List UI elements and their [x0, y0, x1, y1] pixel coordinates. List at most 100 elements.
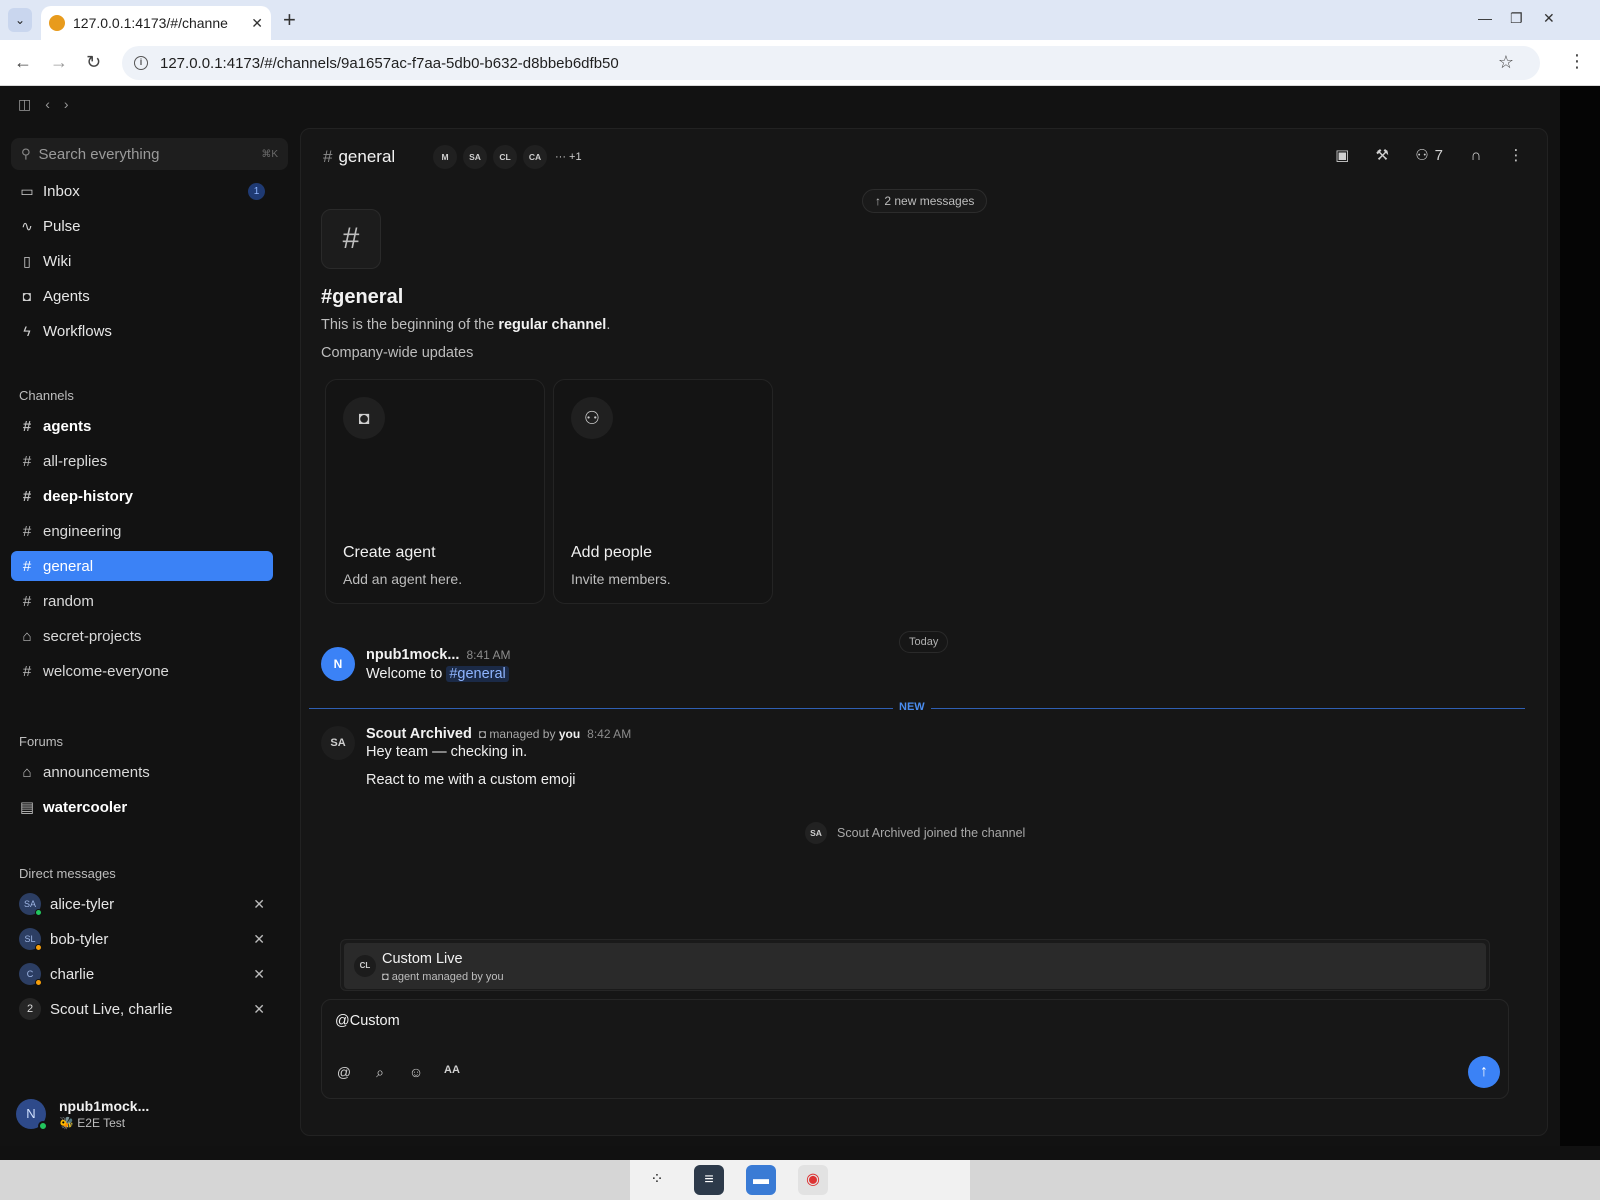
sidebar-item-deep-history[interactable]: # deep-history [11, 481, 273, 511]
close-dm-icon[interactable]: ✕ [253, 1001, 265, 1018]
message-text: Welcome to #general [366, 666, 509, 682]
channel-mention-chip[interactable]: #general [446, 666, 509, 682]
hash-icon: # [22, 452, 32, 470]
mention-icon[interactable]: @ [334, 1064, 354, 1081]
message-text: React to me with a custom emoji [366, 772, 576, 788]
minimize-icon[interactable]: — [1478, 10, 1492, 26]
launcher-icon[interactable]: ⁘ [642, 1165, 672, 1195]
headphones-icon[interactable]: ∩ [1463, 143, 1489, 169]
dm-item-group[interactable]: 2 Scout Live, charlie ✕ [11, 994, 273, 1024]
mention-option[interactable]: CL Custom Live ◘ agent managed by you [344, 943, 1486, 989]
channel-label: general [43, 557, 94, 575]
wrench-icon[interactable]: ⚒ [1369, 143, 1395, 169]
create-agent-card[interactable]: ◘ Create agent Add an agent here. [325, 379, 545, 604]
avatar: SA [19, 893, 42, 916]
mention-autocomplete: CL Custom Live ◘ agent managed by you [340, 939, 1490, 991]
sidebar-item-wiki[interactable]: ▯ Wiki [11, 246, 273, 276]
inbox-icon: ▭ [20, 182, 34, 199]
sidebar-item-all-replies[interactable]: # all-replies [11, 446, 273, 476]
window-edge [1560, 86, 1600, 1146]
search-icon: ⚲ [21, 146, 31, 161]
restore-icon[interactable]: ❐ [1510, 10, 1523, 27]
back-icon[interactable]: ← [14, 52, 32, 73]
channel-label: all-replies [43, 452, 108, 470]
sidebar-item-announcements[interactable]: ⌂ announcements [11, 757, 273, 787]
close-window-icon[interactable]: ✕ [1543, 10, 1555, 27]
dms-header: Direct messages [19, 866, 116, 881]
close-tab-icon[interactable]: ✕ [251, 15, 263, 32]
reload-icon[interactable]: ↻ [86, 52, 101, 73]
search-input[interactable]: ⚲ Search everything ⌘K [11, 138, 288, 170]
current-user[interactable]: N npub1mock... 🐝 E2E Test [16, 1098, 149, 1131]
avatar[interactable]: N [321, 647, 355, 681]
send-button[interactable]: ↑ [1468, 1056, 1500, 1088]
hash-icon: # [22, 592, 32, 610]
dm-label: Scout Live, charlie [50, 1000, 173, 1018]
message-header: Scout Archived ◘ managed by you 8:42 AM [366, 726, 631, 742]
composer-input[interactable]: @Custom [335, 1013, 400, 1029]
message-author[interactable]: npub1mock... [366, 647, 459, 663]
attach-icon[interactable]: ⌕ [370, 1064, 390, 1081]
settings-icon[interactable]: ≡ [694, 1165, 724, 1195]
avatar: C [19, 963, 42, 986]
sidebar-item-label: Wiki [43, 252, 72, 270]
sidebar-item-watercooler[interactable]: ▤ watercooler [11, 792, 273, 822]
sidebar-item-secret-projects[interactable]: ⌂ secret-projects [11, 621, 273, 651]
os-taskbar: ⁘ ≡ ▬ ◉ [0, 1160, 1600, 1200]
message-composer[interactable]: @Custom @ ⌕ ☺ AA ↑ [321, 999, 1509, 1099]
sidebar-item-inbox[interactable]: ▭ Inbox 1 [11, 176, 273, 206]
close-dm-icon[interactable]: ✕ [253, 896, 265, 913]
browser-menu-icon[interactable]: ⋮ [1568, 51, 1586, 72]
sidebar-item-pulse[interactable]: ∿ Pulse [11, 211, 273, 241]
sidebar-item-agents[interactable]: ◘ Agents [11, 281, 273, 311]
sidebar-item-engineering[interactable]: # engineering [11, 516, 273, 546]
forward-icon[interactable]: → [50, 52, 68, 73]
channel-label: deep-history [43, 487, 134, 505]
history-forward-icon[interactable]: › [64, 96, 69, 113]
sidebar-item-random[interactable]: # random [11, 586, 273, 616]
new-tab-button[interactable]: + [283, 8, 296, 32]
sidebar-item-workflows[interactable]: ϟ Workflows [11, 316, 273, 346]
canvas-icon[interactable]: ▣ [1329, 143, 1355, 169]
favicon-icon [49, 15, 65, 31]
card-subtitle: Invite members. [571, 571, 671, 587]
members-button[interactable]: ⚇ 7 [1409, 143, 1449, 169]
sidebar-item-agents-channel[interactable]: # agents [11, 411, 273, 441]
avatar[interactable]: SA [321, 726, 355, 760]
chrome-icon[interactable]: ◉ [798, 1165, 828, 1195]
new-messages-pill[interactable]: ↑ 2 new messages [862, 189, 988, 213]
more-options-icon[interactable]: ⋮ [1503, 143, 1529, 169]
dm-item-charlie[interactable]: C charlie ✕ [11, 959, 273, 989]
sidebar-toggle-icon[interactable]: ◫ [18, 96, 31, 113]
emoji-icon[interactable]: ☺ [406, 1064, 426, 1081]
sidebar-item-welcome-everyone[interactable]: # welcome-everyone [11, 656, 273, 686]
channel-label: secret-projects [43, 627, 142, 645]
tab-search-dropdown[interactable]: ⌄ [8, 8, 32, 32]
member-avatars[interactable]: M SA CL CA ··· +1 [433, 145, 582, 169]
message-author[interactable]: Scout Archived [366, 726, 472, 742]
bot-icon: ◘ [478, 727, 490, 741]
avatar: CL [354, 955, 376, 977]
channel-description: This is the beginning of the regular cha… [321, 317, 611, 333]
close-dm-icon[interactable]: ✕ [253, 931, 265, 948]
close-dm-icon[interactable]: ✕ [253, 966, 265, 983]
address-bar[interactable]: i 127.0.0.1:4173/#/channels/9a1657ac-f7a… [122, 46, 1540, 80]
browser-tab[interactable]: 127.0.0.1:4173/#/channe ✕ [41, 6, 271, 40]
folder-icon[interactable]: ▬ [746, 1165, 776, 1195]
add-people-card[interactable]: ⚇ Add people Invite members. [553, 379, 773, 604]
site-info-icon[interactable]: i [134, 56, 148, 70]
url-text: 127.0.0.1:4173/#/channels/9a1657ac-f7aa-… [160, 54, 619, 72]
unread-badge: 1 [248, 183, 265, 200]
lock-icon: ⌂ [22, 763, 32, 781]
channel-label: agents [43, 417, 92, 435]
history-back-icon[interactable]: ‹ [45, 96, 50, 113]
system-message: SA Scout Archived joined the channel [805, 822, 1025, 844]
hash-icon: # [22, 417, 32, 435]
sidebar-item-general[interactable]: # general [11, 551, 273, 581]
channels-header: Channels [19, 388, 74, 403]
format-icon[interactable]: AA [442, 1064, 462, 1081]
dm-item-bob-tyler[interactable]: SL bob-tyler ✕ [11, 924, 273, 954]
dm-item-alice-tyler[interactable]: SA alice-tyler ✕ [11, 889, 273, 919]
mention-subtitle: ◘ agent managed by you [382, 971, 504, 983]
bookmark-star-icon[interactable]: ☆ [1498, 52, 1514, 73]
